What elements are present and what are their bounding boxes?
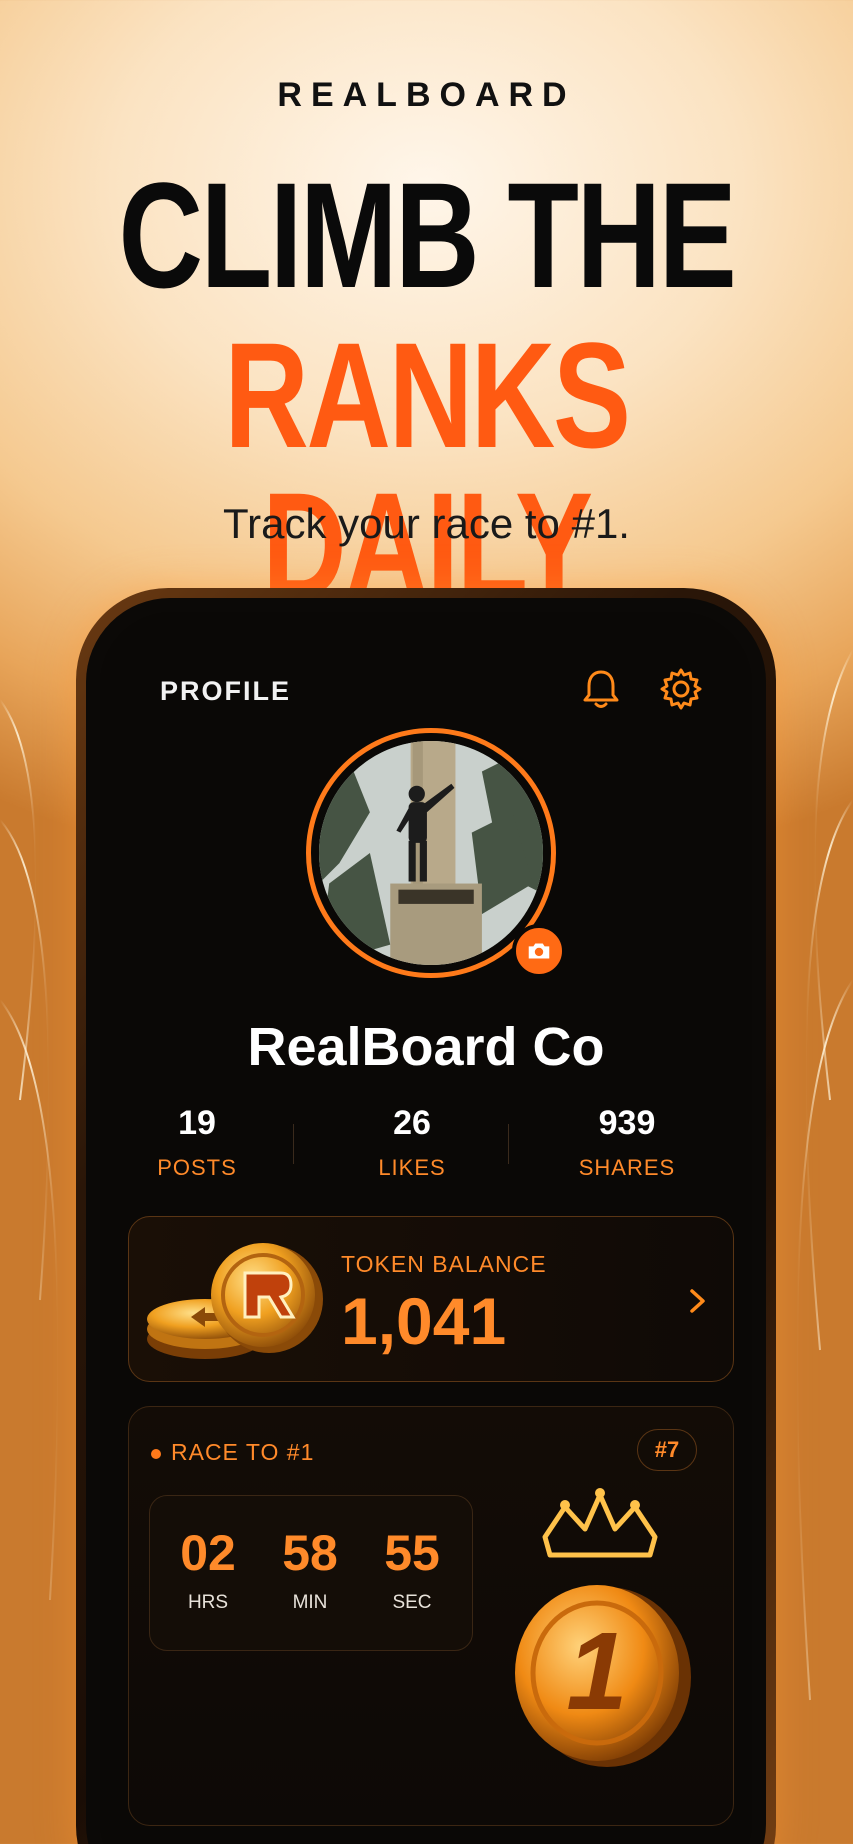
gear-icon[interactable] xyxy=(656,664,706,714)
countdown-timer: 02 HRS 58 MIN 55 SEC xyxy=(149,1495,473,1651)
headline-line-1: CLIMB THE xyxy=(118,151,737,319)
stat-label: SHARES xyxy=(578,1155,676,1180)
crown-coin-digit: 1 xyxy=(566,1610,627,1733)
stat-value: 26 xyxy=(393,1104,431,1142)
timer-minutes: 58 MIN xyxy=(260,1524,360,1614)
bell-icon[interactable] xyxy=(576,664,626,714)
stat-shares[interactable]: 939 SHARES xyxy=(537,1104,717,1181)
avatar xyxy=(319,741,543,965)
stat-label: POSTS xyxy=(157,1155,237,1180)
rank-badge[interactable]: #7 xyxy=(637,1429,697,1471)
token-balance-card[interactable]: TOKEN BALANCE 1,041 xyxy=(128,1216,734,1382)
phone-frame: PROFILE RealBoard Co 19 POSTS 26 LIKES 9… xyxy=(76,588,776,1844)
page-title: PROFILE xyxy=(160,676,292,706)
timer-seconds: 55 SEC xyxy=(362,1524,462,1614)
timer-seconds-label: SEC xyxy=(392,1592,432,1613)
coins-icon xyxy=(147,1243,323,1359)
timer-hours-value: 02 xyxy=(180,1525,236,1581)
chevron-right-icon[interactable] xyxy=(683,1283,713,1319)
camera-icon[interactable] xyxy=(512,924,566,978)
stats-row: 19 POSTS 26 LIKES 939 SHARES xyxy=(100,1104,752,1184)
timer-hours-label: HRS xyxy=(187,1592,229,1613)
stat-value: 939 xyxy=(598,1104,656,1142)
race-card[interactable]: RACE TO #1 #7 02 HRS 58 MIN 55 SEC 1 xyxy=(128,1406,734,1826)
timer-minutes-value: 58 xyxy=(282,1525,338,1581)
stats-divider xyxy=(293,1124,294,1164)
timer-hours: 02 HRS xyxy=(158,1524,258,1614)
race-label: RACE TO #1 xyxy=(171,1439,315,1465)
crown-coin-icon: 1 xyxy=(515,1488,691,1767)
phone-screen: PROFILE RealBoard Co 19 POSTS 26 LIKES 9… xyxy=(100,612,752,1844)
stat-label: LIKES xyxy=(378,1155,446,1180)
timer-seconds-value: 55 xyxy=(384,1525,440,1581)
stat-likes[interactable]: 26 LIKES xyxy=(322,1104,502,1181)
headline-line-2: RANKS DAILY xyxy=(224,311,631,629)
stat-posts[interactable]: 19 POSTS xyxy=(107,1104,287,1181)
brand-wordmark: REALBOARD xyxy=(277,76,576,114)
stat-value: 19 xyxy=(178,1104,216,1142)
race-indicator-dot xyxy=(151,1449,161,1459)
stats-divider xyxy=(508,1124,509,1164)
token-label: TOKEN BALANCE xyxy=(341,1251,547,1277)
timer-minutes-label: MIN xyxy=(292,1592,328,1613)
token-value: 1,041 xyxy=(341,1284,507,1358)
profile-name: RealBoard Co xyxy=(247,1017,605,1077)
subtitle: Track your race to #1. xyxy=(223,500,630,547)
